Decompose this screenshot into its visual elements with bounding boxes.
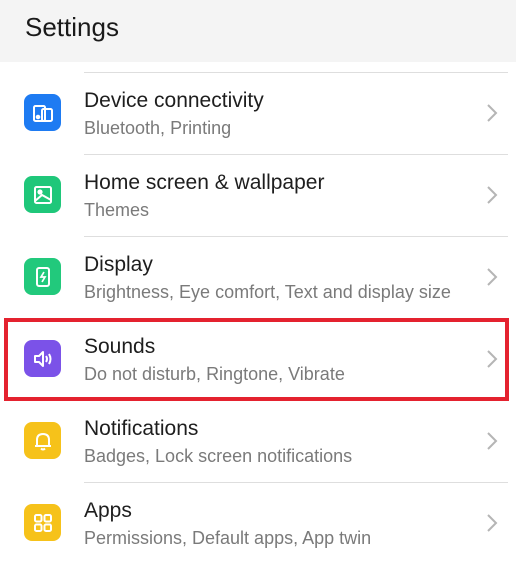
item-subtitle: Do not disturb, Ringtone, Vibrate [84, 364, 345, 384]
divider [84, 482, 508, 483]
chevron-right-icon [487, 432, 498, 450]
chevron-right-icon [487, 268, 498, 286]
display-icon [24, 258, 61, 295]
item-subtitle: Brightness, Eye comfort, Text and displa… [84, 282, 451, 302]
settings-item-home-screen[interactable]: Home screen & wallpaper Themes [0, 154, 516, 236]
item-subtitle: Themes [84, 200, 150, 220]
settings-item-apps[interactable]: Apps Permissions, Default apps, App twin [0, 482, 516, 564]
item-label: Notifications [84, 417, 199, 440]
page-title: Settings [25, 12, 119, 42]
divider [84, 236, 508, 237]
chevron-right-icon [487, 104, 498, 122]
settings-item-notifications[interactable]: Notifications Badges, Lock screen notifi… [0, 400, 516, 482]
header-bar: Settings [0, 0, 516, 62]
item-label: Sounds [84, 335, 156, 358]
item-label: Home screen & wallpaper [84, 171, 325, 194]
item-label: Device connectivity [84, 89, 264, 112]
chevron-right-icon [487, 514, 498, 532]
chevron-right-icon [487, 186, 498, 204]
item-subtitle: Bluetooth, Printing [84, 118, 232, 138]
item-subtitle: Badges, Lock screen notifications [84, 446, 353, 466]
item-subtitle: Permissions, Default apps, App twin [84, 528, 372, 548]
divider [84, 154, 508, 155]
divider [84, 318, 508, 319]
wallpaper-icon [24, 176, 61, 213]
settings-item-display[interactable]: Display Brightness, Eye comfort, Text an… [0, 236, 516, 318]
apps-grid-icon [24, 504, 61, 541]
device-connectivity-icon [24, 94, 61, 131]
chevron-right-icon [487, 350, 498, 368]
settings-item-sounds[interactable]: Sounds Do not disturb, Ringtone, Vibrate [0, 318, 516, 400]
divider [84, 400, 508, 401]
bell-icon [24, 422, 61, 459]
settings-list: Device connectivity Bluetooth, Printing … [0, 72, 516, 564]
divider [84, 72, 508, 73]
item-label: Display [84, 253, 153, 276]
item-label: Apps [84, 499, 132, 522]
sound-icon [24, 340, 61, 377]
settings-item-device-connectivity[interactable]: Device connectivity Bluetooth, Printing [0, 72, 516, 154]
